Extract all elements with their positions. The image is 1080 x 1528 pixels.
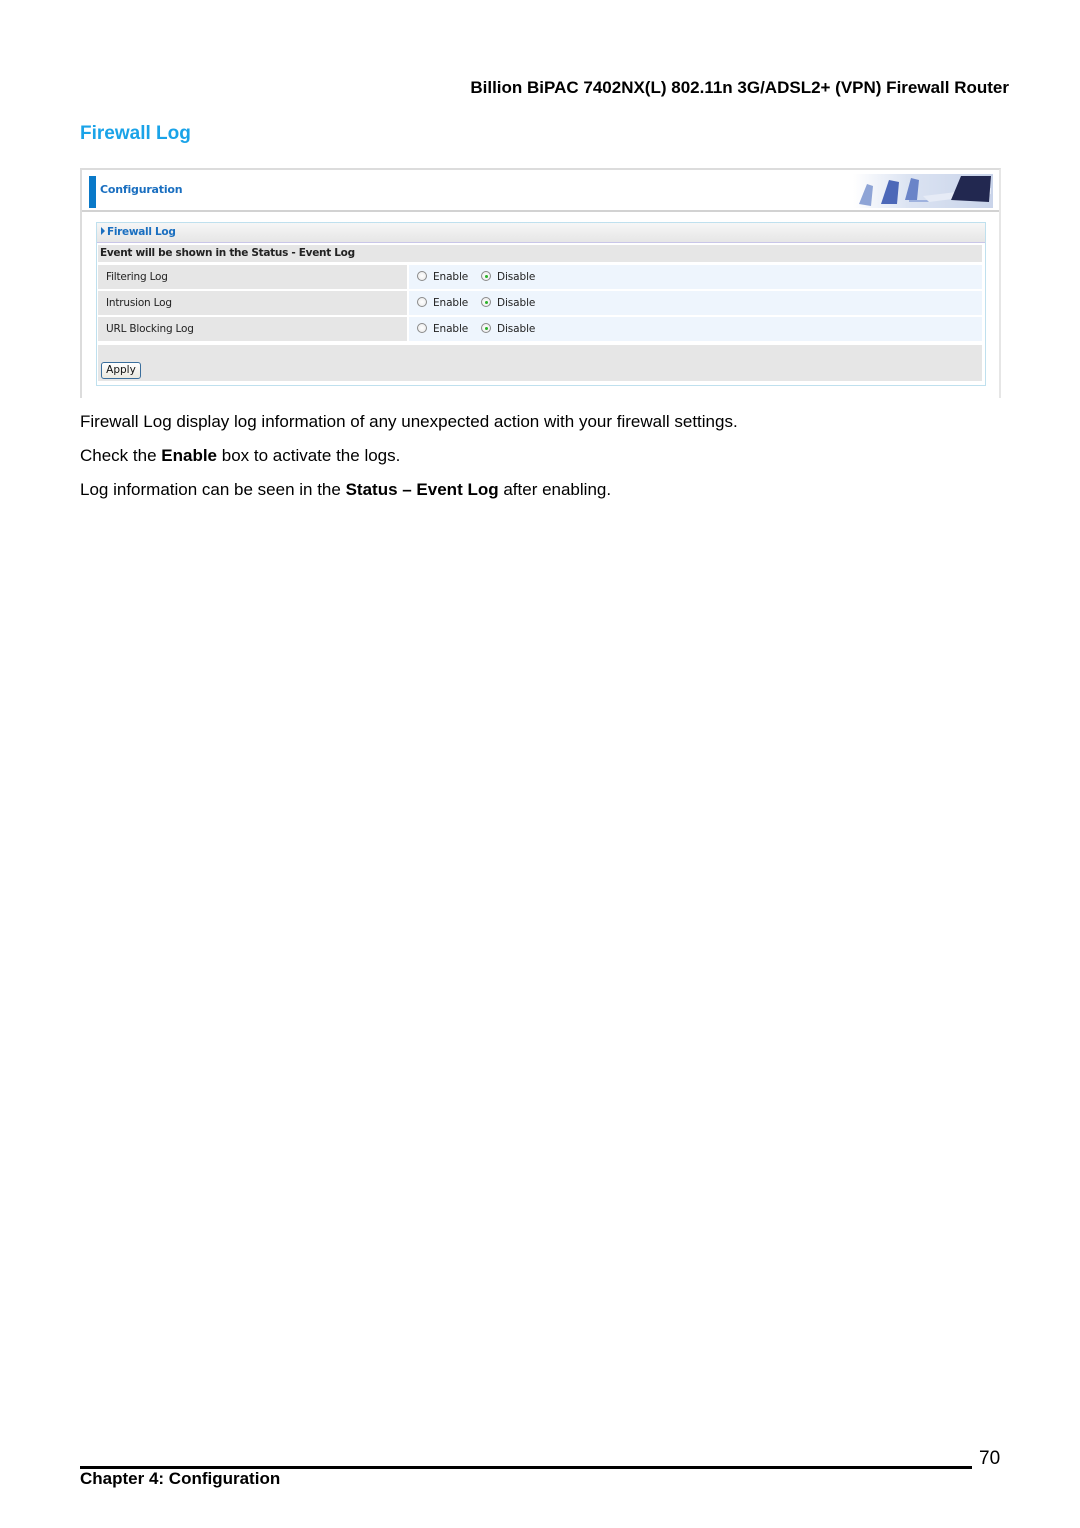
intrusion-log-label: Intrusion Log: [106, 297, 172, 309]
filtering-log-disable-radio[interactable]: [481, 271, 491, 281]
router-ui-screenshot: Configuration Firewall Log Event will be…: [80, 168, 1001, 398]
url-blocking-log-disable-radio[interactable]: [481, 323, 491, 333]
config-header-bar: Configuration: [82, 170, 999, 212]
p2-text: Check the: [80, 446, 162, 465]
enable-label: Enable: [433, 323, 469, 335]
section-title: Firewall Log: [80, 123, 191, 144]
p3-text-end: after enabling.: [498, 480, 612, 499]
panel-title-bar: Firewall Log: [97, 223, 985, 243]
footer-chapter-label: Chapter 4: Configuration: [80, 1469, 281, 1488]
office-banner-image: [853, 174, 993, 208]
enable-label: Enable: [433, 297, 469, 309]
filtering-log-enable-radio[interactable]: [417, 271, 427, 281]
description-paragraph-3: Log information can be seen in the Statu…: [80, 480, 611, 500]
p2-bold-enable: Enable: [161, 446, 218, 465]
page-number: 70: [979, 1448, 1001, 1469]
disable-label: Disable: [497, 297, 536, 309]
apply-button[interactable]: Apply: [101, 362, 141, 379]
p2-text-end: box to activate the logs.: [217, 446, 401, 465]
intrusion-log-row: Intrusion Log Enable Disable: [98, 291, 982, 315]
disable-label: Disable: [497, 323, 536, 335]
panel-title: Firewall Log: [107, 226, 176, 238]
firewall-log-panel: Firewall Log Event will be shown in the …: [96, 222, 986, 386]
row-label-cell: Intrusion Log: [98, 291, 407, 315]
blue-accent-bar: [89, 176, 96, 208]
url-blocking-log-enable-radio[interactable]: [417, 323, 427, 333]
enable-label: Enable: [433, 271, 469, 283]
event-note-row: Event will be shown in the Status - Even…: [98, 245, 982, 262]
row-options-cell: Enable Disable: [409, 265, 982, 289]
row-options-cell: Enable Disable: [409, 291, 982, 315]
triangle-right-icon: [101, 227, 105, 235]
description-paragraph-2: Check the Enable box to activate the log…: [80, 446, 400, 466]
apply-row: Apply: [98, 345, 982, 381]
url-blocking-log-label: URL Blocking Log: [106, 323, 194, 335]
p3-text: Log information can be seen in the: [80, 480, 346, 499]
filtering-log-row: Filtering Log Enable Disable: [98, 265, 982, 289]
configuration-label: Configuration: [100, 183, 183, 196]
p3-bold-status-event-log: Status – Event Log: [345, 480, 499, 499]
row-label-cell: URL Blocking Log: [98, 317, 407, 341]
description-paragraph-1: Firewall Log display log information of …: [80, 412, 738, 431]
disable-label: Disable: [497, 271, 536, 283]
event-note-text: Event will be shown in the Status - Even…: [100, 247, 355, 259]
row-options-cell: Enable Disable: [409, 317, 982, 341]
intrusion-log-enable-radio[interactable]: [417, 297, 427, 307]
url-blocking-log-row: URL Blocking Log Enable Disable: [98, 317, 982, 341]
intrusion-log-disable-radio[interactable]: [481, 297, 491, 307]
row-label-cell: Filtering Log: [98, 265, 407, 289]
filtering-log-label: Filtering Log: [106, 271, 168, 283]
document-header-title: Billion BiPAC 7402NX(L) 802.11n 3G/ADSL2…: [470, 78, 1009, 97]
